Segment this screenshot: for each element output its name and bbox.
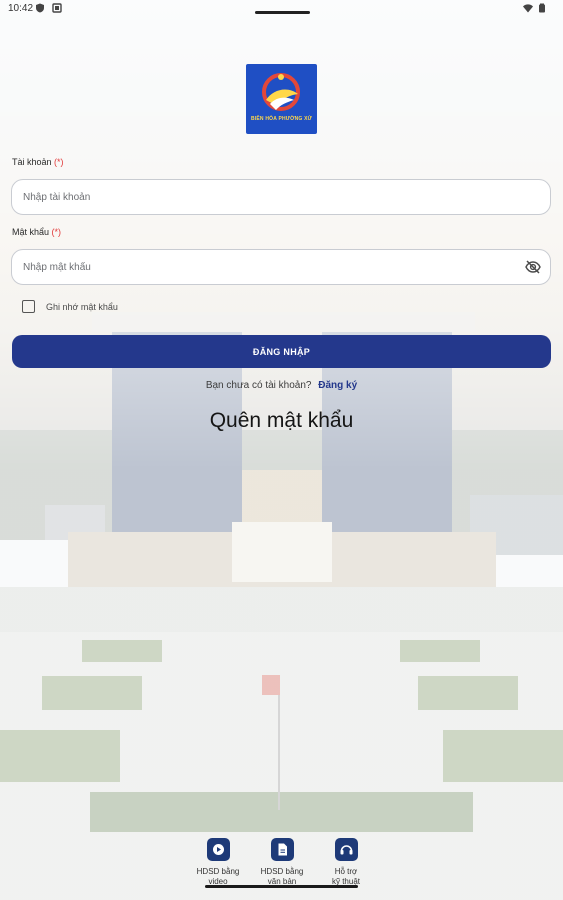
nav-label-video-guide: HDSD bằng video	[196, 867, 240, 886]
wifi-icon	[523, 4, 533, 13]
remember-label: Ghi nhớ mật khẩu	[46, 302, 118, 312]
camera-notch	[255, 11, 310, 14]
nav-item-tech-support[interactable]: Hỗ trợ kỹ thuật	[316, 838, 376, 887]
shield-icon	[36, 3, 44, 13]
account-input[interactable]	[23, 180, 523, 214]
account-field[interactable]	[11, 179, 551, 215]
document-icon	[270, 838, 294, 861]
notification-icon	[52, 3, 62, 13]
register-question: Bạn chưa có tài khoản?	[205, 380, 312, 391]
nav-item-video-guide[interactable]: HDSD bằng video	[188, 838, 248, 887]
login-button[interactable]: ĐĂNG NHẬP	[12, 335, 551, 368]
logo-emblem-icon	[262, 73, 300, 111]
forgot-password-link[interactable]: Quên mật khẩu	[0, 409, 563, 433]
status-bar: 10:42	[0, 0, 563, 18]
background-overlay	[0, 0, 563, 900]
logo-text: BIÊN HÒA PHƯỜNG XỨ	[251, 116, 312, 122]
nav-label-document-guide: HDSD bằng văn bản	[260, 867, 304, 886]
home-indicator	[205, 885, 358, 888]
battery-icon	[539, 3, 545, 13]
eye-off-icon[interactable]	[525, 259, 541, 275]
remember-checkbox[interactable]	[22, 300, 35, 313]
password-field[interactable]	[11, 249, 551, 285]
account-label: Tài khoản	[12, 157, 52, 167]
password-label: Mật khẩu	[12, 227, 50, 237]
nav-label-tech-support: Hỗ trợ kỹ thuật	[331, 867, 360, 886]
password-label-row: Mật khẩu (*)	[12, 227, 61, 237]
password-input[interactable]	[23, 250, 523, 284]
password-required-mark: (*)	[51, 227, 62, 237]
account-label-row: Tài khoản (*)	[12, 157, 64, 167]
account-required-mark: (*)	[54, 157, 64, 167]
support-icon	[334, 838, 358, 861]
nav-item-document-guide[interactable]: HDSD bằng văn bản	[252, 838, 312, 887]
play-icon	[206, 838, 230, 861]
register-row: Bạn chưa có tài khoản? Đăng ký	[0, 380, 563, 391]
register-link[interactable]: Đăng ký	[318, 380, 357, 391]
status-time: 10:42	[8, 3, 34, 14]
app-logo: BIÊN HÒA PHƯỜNG XỨ	[246, 64, 317, 134]
